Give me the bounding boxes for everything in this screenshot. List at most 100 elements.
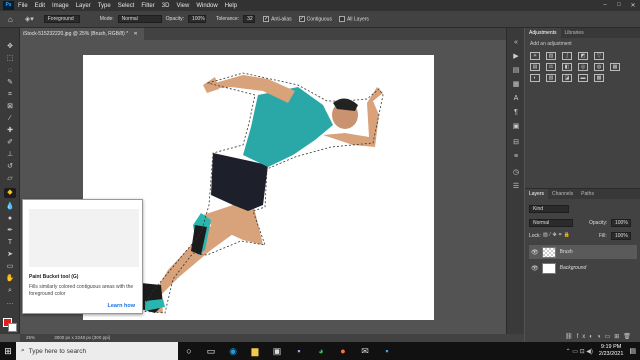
pen-tool-icon[interactable]: ✒	[4, 226, 16, 236]
menu-type[interactable]: Type	[98, 3, 111, 9]
task-view-icon[interactable]: ▭	[200, 342, 222, 360]
menu-help[interactable]: Help	[225, 3, 237, 9]
more-tools-icon[interactable]: …	[4, 298, 16, 308]
layer-filter-kind[interactable]: Kind	[529, 205, 569, 213]
close-document-icon[interactable]: ✕	[134, 31, 138, 37]
marquee-tool-icon[interactable]: ⬚	[4, 54, 16, 64]
fill-source-select[interactable]: Foreground	[43, 15, 80, 23]
curves-icon[interactable]: ∫	[562, 52, 572, 60]
collapse-panels-icon[interactable]: «	[510, 38, 522, 48]
frame-tool-icon[interactable]: ⊠	[4, 102, 16, 112]
blend-mode-select[interactable]: Normal	[529, 219, 573, 227]
layer-name[interactable]: Background	[560, 265, 587, 271]
menu-filter[interactable]: Filter	[141, 3, 154, 9]
info-icon[interactable]: ☰	[510, 182, 522, 192]
notifications-icon[interactable]: ▤	[629, 347, 636, 355]
vibrance-icon[interactable]: ▽	[594, 52, 604, 60]
menu-file[interactable]: File	[18, 3, 28, 9]
store-icon[interactable]: ▣	[266, 342, 288, 360]
hand-tool-icon[interactable]: ✋	[4, 274, 16, 284]
color-balance-icon[interactable]: ⚖	[546, 63, 556, 71]
glyphs-icon[interactable]: ▣	[510, 122, 522, 132]
color-lookup-icon[interactable]: ▦	[610, 63, 620, 71]
history-icon[interactable]: ◷	[510, 168, 522, 178]
quick-select-tool-icon[interactable]: ✎	[4, 78, 16, 88]
swatches-icon[interactable]: ▦	[510, 80, 522, 90]
file-explorer-icon[interactable]: ▆	[244, 342, 266, 360]
layer-row-brush[interactable]: 👁 Brush	[529, 245, 637, 259]
exposure-icon[interactable]: ◩	[578, 52, 588, 60]
eyedropper-tool-icon[interactable]: ⁄	[4, 114, 16, 124]
paragraph-icon[interactable]: ¶	[510, 108, 522, 118]
tab-channels[interactable]: Channels	[548, 189, 577, 199]
tab-libraries[interactable]: Libraries	[561, 28, 588, 38]
photoshop-taskbar-icon[interactable]: ▪	[376, 342, 398, 360]
move-tool-icon[interactable]: ✥	[4, 42, 16, 52]
background-color-swatch[interactable]	[8, 323, 17, 332]
zoom-level[interactable]: 25%	[26, 335, 35, 340]
opacity-input[interactable]: 100%	[188, 15, 206, 23]
menu-image[interactable]: Image	[52, 3, 69, 9]
tray-icons[interactable]: ⌃ ▭ ⊡ ◀)	[566, 348, 593, 355]
contiguous-checkbox[interactable]: ✓ Contiguous	[298, 15, 332, 22]
clone-stamp-tool-icon[interactable]: ⊥	[4, 150, 16, 160]
lock-icons[interactable]: ▨⁄✥⌗🔒	[543, 232, 572, 238]
all-layers-checkbox[interactable]: All Layers	[338, 15, 369, 22]
black-white-icon[interactable]: ◧	[562, 63, 572, 71]
paint-bucket-tool-icon[interactable]: ◆	[4, 188, 16, 198]
hue-saturation-icon[interactable]: ▤	[530, 63, 540, 71]
lasso-tool-icon[interactable]: ◌	[4, 66, 16, 76]
eye-icon[interactable]: 👁	[531, 249, 539, 256]
menu-layer[interactable]: Layer	[76, 3, 91, 9]
tab-adjustments[interactable]: Adjustments	[525, 28, 561, 38]
brightness-icon[interactable]: ☀	[530, 52, 540, 60]
layer-row-background[interactable]: 👁 Background	[529, 261, 637, 275]
edge-icon[interactable]: ◉	[222, 342, 244, 360]
mode-select[interactable]: Normal	[117, 15, 162, 23]
brush-tool-icon[interactable]: ✐	[4, 138, 16, 148]
learn-how-link[interactable]: Learn how	[107, 303, 135, 309]
eye-icon[interactable]: 👁	[531, 265, 539, 272]
windows-start-icon[interactable]: ⊞	[0, 346, 16, 357]
close-window-button[interactable]: ✕	[626, 2, 640, 9]
dodge-tool-icon[interactable]: ●	[4, 214, 16, 224]
eraser-tool-icon[interactable]: ▱	[4, 174, 16, 184]
tab-layers[interactable]: Layers	[525, 189, 549, 199]
menu-window[interactable]: Window	[196, 3, 217, 9]
tolerance-input[interactable]: 32	[243, 15, 256, 23]
type-tool-icon[interactable]: T	[4, 238, 16, 248]
layer-name[interactable]: Brush	[560, 249, 573, 255]
menu-edit[interactable]: Edit	[35, 3, 45, 9]
brush-settings-icon[interactable]: ⊟	[510, 138, 522, 148]
home-icon[interactable]: ⌂	[8, 15, 13, 24]
photo-filter-icon[interactable]: ◎	[578, 63, 588, 71]
menu-3d[interactable]: 3D	[162, 3, 170, 9]
premiere-icon[interactable]: ▪	[288, 342, 310, 360]
healing-brush-tool-icon[interactable]: ✚	[4, 126, 16, 136]
document-tab[interactable]: iStock-515232220.jpg @ 25% (Brush, RGB/8…	[20, 28, 144, 40]
taskbar-search[interactable]: ⌕ Type here to search	[16, 342, 178, 360]
levels-icon[interactable]: ▥	[546, 52, 556, 60]
gradient-map-icon[interactable]: ▬	[578, 74, 588, 82]
paint-bucket-preset-icon[interactable]: ◈▾	[25, 15, 34, 23]
maximize-button[interactable]: □	[612, 2, 626, 9]
play-icon[interactable]: ▶	[510, 52, 522, 62]
firefox-icon[interactable]: ●	[332, 342, 354, 360]
layer-comps-icon[interactable]: ▤	[510, 66, 522, 76]
channel-mixer-icon[interactable]: ◍	[594, 63, 604, 71]
history-brush-tool-icon[interactable]: ↺	[4, 162, 16, 172]
zoom-tool-icon[interactable]: ⌕	[4, 286, 16, 296]
mail-icon[interactable]: ✉	[354, 342, 376, 360]
layers-footer-icons[interactable]: ⛓fx◐◑▭⊞🗑	[565, 333, 635, 340]
menu-view[interactable]: View	[176, 3, 189, 9]
antialias-checkbox[interactable]: ✓ Anti-alias	[263, 15, 292, 22]
invert-icon[interactable]: ◐	[530, 74, 540, 82]
menu-select[interactable]: Select	[118, 3, 135, 9]
fill-input[interactable]: 100%	[611, 232, 631, 240]
tab-paths[interactable]: Paths	[577, 189, 598, 199]
blur-tool-icon[interactable]: 💧	[4, 202, 16, 212]
cortana-icon[interactable]: ○	[178, 342, 200, 360]
character-icon[interactable]: A	[510, 94, 522, 104]
minimize-button[interactable]: –	[598, 2, 612, 9]
rectangle-tool-icon[interactable]: ▭	[4, 262, 16, 272]
